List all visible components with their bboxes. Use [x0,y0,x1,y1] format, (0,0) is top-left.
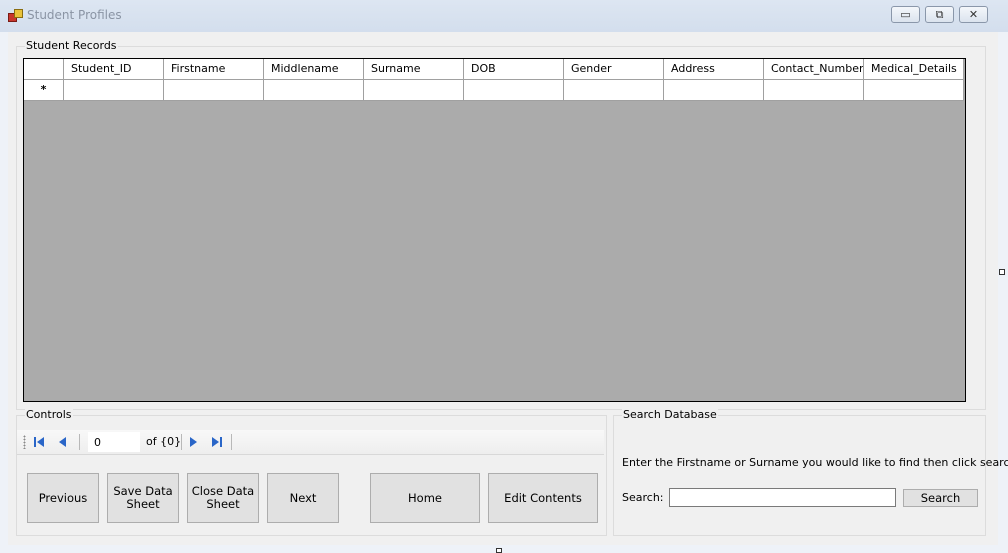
home-button[interactable]: Home [370,473,480,523]
grid-cell[interactable] [664,80,764,101]
form-body: Student Records Student_ID Firstname Mid… [8,32,1008,545]
minimize-icon: ▭ [900,8,911,21]
toolbar-grip[interactable] [23,435,26,449]
restore-icon: ⧉ [935,8,944,21]
column-header-firstname[interactable]: Firstname [164,59,264,80]
student-data-grid[interactable]: Student_ID Firstname Middlename Surname … [23,58,966,402]
move-last-icon[interactable] [209,434,225,450]
move-first-icon[interactable] [31,434,47,450]
column-header-middlename[interactable]: Middlename [264,59,364,80]
move-next-icon[interactable] [185,434,201,450]
record-count-label: of {0} [146,435,182,448]
new-row-indicator: * [24,80,64,101]
previous-button[interactable]: Previous [27,473,99,523]
next-button[interactable]: Next [267,473,339,523]
student-records-label: Student Records [25,39,118,52]
position-input[interactable] [88,432,140,452]
toolbar-separator [181,434,182,450]
minimize-button[interactable]: ▭ [891,6,920,23]
app-icon [8,9,23,23]
search-button[interactable]: Search [903,489,978,507]
search-input[interactable] [669,488,896,507]
resize-handle[interactable] [999,269,1005,275]
row-header-corner [24,59,64,80]
new-record-row[interactable]: * [24,80,964,101]
column-header-medical-details[interactable]: Medical_Details [864,59,964,80]
column-header-student-id[interactable]: Student_ID [64,59,164,80]
column-header-address[interactable]: Address [664,59,764,80]
grid-header-row: Student_ID Firstname Middlename Surname … [24,59,964,80]
resize-handle[interactable] [496,548,502,553]
window-title: Student Profiles [27,8,122,22]
column-header-contact-number[interactable]: Contact_Number [764,59,864,80]
grid-cell[interactable] [764,80,864,101]
close-data-sheet-button[interactable]: Close Data Sheet [187,473,259,523]
toolbar-separator [79,434,80,450]
grid-cell[interactable] [264,80,364,101]
column-header-gender[interactable]: Gender [564,59,664,80]
maximize-button[interactable]: ⧉ [925,6,954,23]
grid-cell[interactable] [164,80,264,101]
grid-cell[interactable] [64,80,164,101]
binding-navigator: of {0} [17,430,604,455]
title-bar: Student Profiles ▭ ⧉ ✕ [0,0,1008,32]
controls-label: Controls [25,408,73,421]
grid-cell[interactable] [864,80,964,101]
search-label: Search: [622,491,664,504]
close-icon: ✕ [968,8,979,21]
close-window-button[interactable]: ✕ [959,6,988,23]
search-database-label: Search Database [622,408,718,421]
search-database-group: Search Database [613,408,986,536]
move-previous-icon[interactable] [55,434,71,450]
edit-contents-button[interactable]: Edit Contents [488,473,598,523]
column-header-surname[interactable]: Surname [364,59,464,80]
grid-cell[interactable] [564,80,664,101]
search-instructions: Enter the Firstname or Surname you would… [622,456,1008,469]
grid-cell[interactable] [364,80,464,101]
save-data-sheet-button[interactable]: Save Data Sheet [107,473,179,523]
toolbar-separator [231,434,232,450]
grid-cell[interactable] [464,80,564,101]
column-header-dob[interactable]: DOB [464,59,564,80]
